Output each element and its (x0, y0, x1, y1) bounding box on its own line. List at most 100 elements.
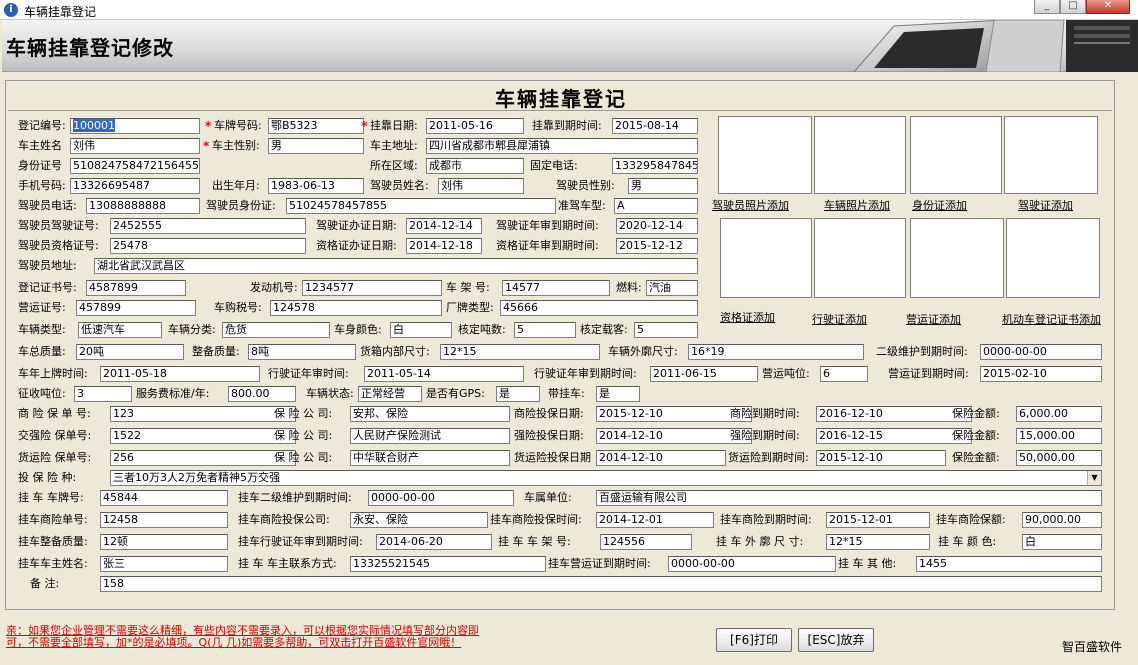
total-mass-input[interactable]: 20吨 (76, 344, 184, 360)
cargo-no-input[interactable]: 256 (110, 450, 296, 466)
tr-maint-input[interactable]: 0000-00-00 (368, 490, 514, 506)
tr-comm-date-input[interactable]: 2014-12-01 (596, 512, 714, 528)
transport-input[interactable]: 457899 (76, 300, 196, 316)
owner-sex-input[interactable]: 男 (268, 138, 364, 154)
review-end-input[interactable]: 2011-06-15 (650, 366, 758, 382)
ins-type-input[interactable]: 三者10万3人2万免者精神5万交强 ▼ (110, 470, 1102, 486)
birth-input[interactable]: 1983-06-13 (268, 178, 364, 194)
curb-mass-input[interactable]: 8吨 (248, 344, 356, 360)
driver-name-input[interactable]: 刘伟 (438, 178, 524, 194)
tr-owner-input[interactable]: 张三 (100, 556, 228, 572)
status-input[interactable]: 正常经营 (358, 386, 422, 402)
print-button[interactable]: [F6]打印 (716, 628, 792, 652)
help-note-line2[interactable]: 可，不需要全部填写，加*的是必填项。Q(几 几)如需要多帮助，可双击打开百盛软件… (6, 636, 461, 650)
remark-input[interactable]: 158 (100, 576, 1102, 592)
cargo-end-input[interactable]: 2015-12-10 (816, 450, 946, 466)
tr-comm-no-input[interactable]: 12458 (100, 512, 228, 528)
cargo-date-input[interactable]: 2014-12-10 (596, 450, 726, 466)
frame-input[interactable]: 14577 (502, 280, 610, 296)
comp-amt-input[interactable]: 15,000.00 (1016, 428, 1102, 444)
comm-end-input[interactable]: 2016-12-10 (816, 406, 972, 422)
attach-end-input[interactable]: 2015-08-14 (612, 118, 698, 134)
qual-review-input[interactable]: 2015-12-12 (616, 238, 698, 254)
box-size-input[interactable]: 12*15 (440, 344, 600, 360)
close-button[interactable]: ✕ (1086, 0, 1130, 14)
comm-amt-input[interactable]: 6,000.00 (1016, 406, 1102, 422)
add-photo-link-transport[interactable]: 营运证添加 (906, 312, 961, 328)
tr-comm-co-input[interactable]: 永安、保险 (350, 512, 488, 528)
tr-color-input[interactable]: 白 (1022, 534, 1102, 550)
tr-comm-amt-input[interactable]: 90,000.00 (1022, 512, 1102, 528)
photo-box-idcard[interactable] (910, 116, 1002, 194)
comp-no-input[interactable]: 1522 (110, 428, 296, 444)
license-review-input[interactable]: 2020-12-14 (616, 218, 698, 234)
tr-frame-input[interactable]: 124556 (600, 534, 692, 550)
id-no-input[interactable]: 510824758472156455 (70, 158, 200, 174)
plate-input[interactable]: 鄂B5323 (268, 118, 364, 134)
add-photo-link-idcard[interactable]: 身份证添加 (912, 198, 967, 214)
minimize-button[interactable]: _ (1034, 0, 1060, 14)
qual-no-input[interactable]: 25478 (110, 238, 306, 254)
add-photo-link-reg-cert[interactable]: 机动车登记证书添加 (1002, 312, 1101, 328)
factory-type-input[interactable]: 45666 (500, 300, 698, 316)
engine-input[interactable]: 1234577 (302, 280, 442, 296)
seats-input[interactable]: 5 (634, 322, 698, 338)
qual-issue-input[interactable]: 2014-12-18 (406, 238, 482, 254)
gps-input[interactable]: 是 (496, 386, 540, 402)
driver-phone-input[interactable]: 13088888888 (86, 198, 200, 214)
driver-id-input[interactable]: 51024578457855 (286, 198, 556, 214)
driver-sex-input[interactable]: 男 (628, 178, 698, 194)
reg-cert-input[interactable]: 4587899 (86, 280, 186, 296)
add-photo-link-drive-permit[interactable]: 行驶证添加 (812, 312, 867, 328)
add-photo-link-vehicle[interactable]: 车辆照片添加 (824, 198, 890, 214)
photo-box-drive-permit[interactable] (814, 218, 906, 298)
photo-box-vehicle[interactable] (814, 116, 906, 194)
levy-input[interactable]: 3 (74, 386, 132, 402)
cargo-amt-input[interactable]: 50,000.00 (1016, 450, 1102, 466)
purchase-tax-input[interactable]: 124578 (270, 300, 442, 316)
maint-end-input[interactable]: 0000-00-00 (980, 344, 1102, 360)
cancel-button[interactable]: [ESC]放弃 (798, 628, 874, 652)
comp-co-input[interactable]: 人民财产保险测试 (350, 428, 510, 444)
vehicle-class-input[interactable]: 危货 (222, 322, 330, 338)
review-input[interactable]: 2011-05-14 (364, 366, 524, 382)
outer-size-input[interactable]: 16*19 (688, 344, 864, 360)
fee-input[interactable]: 800.00 (228, 386, 296, 402)
tr-plate-input[interactable]: 45844 (100, 490, 228, 506)
op-tons-input[interactable]: 6 (820, 366, 868, 382)
reg-no-input[interactable]: 100001 (70, 118, 200, 134)
first-reg-input[interactable]: 2011-05-18 (100, 366, 260, 382)
photo-box-transport[interactable] (910, 218, 1004, 298)
tr-comm-end-input[interactable]: 2015-12-01 (826, 512, 930, 528)
op-end-input[interactable]: 2015-02-10 (980, 366, 1102, 382)
add-photo-link-driver[interactable]: 驾驶员照片添加 (712, 198, 789, 214)
comp-date-input[interactable]: 2014-12-10 (596, 428, 752, 444)
tr-mass-input[interactable]: 12顿 (100, 534, 228, 550)
comm-co-input[interactable]: 安邦、保险 (350, 406, 510, 422)
add-photo-link-qual[interactable]: 资格证添加 (720, 310, 775, 326)
license-issue-input[interactable]: 2014-12-14 (406, 218, 482, 234)
tr-op-end-input[interactable]: 0000-00-00 (668, 556, 836, 572)
tr-unit-input[interactable]: 百盛运输有限公司 (596, 490, 1102, 506)
owner-name-input[interactable]: 刘伟 (70, 138, 200, 154)
color-input[interactable]: 白 (390, 322, 452, 338)
tonnage-input[interactable]: 5 (514, 322, 576, 338)
attach-date-input[interactable]: 2011-05-16 (426, 118, 524, 134)
add-photo-link-license[interactable]: 驾驶证添加 (1018, 198, 1073, 214)
license-no-input[interactable]: 2452555 (110, 218, 306, 234)
mobile-input[interactable]: 13326695487 (70, 178, 200, 194)
tr-review-input[interactable]: 2014-06-20 (376, 534, 492, 550)
comm-date-input[interactable]: 2015-12-10 (596, 406, 752, 422)
tr-outer-input[interactable]: 12*15 (826, 534, 930, 550)
area-input[interactable]: 成都市 (426, 158, 524, 174)
maximize-button[interactable]: □ (1060, 0, 1086, 14)
photo-box-driver[interactable] (718, 116, 812, 194)
photo-box-qual[interactable] (720, 218, 812, 298)
cargo-co-input[interactable]: 中华联合财产 (350, 450, 510, 466)
driver-addr-input[interactable]: 湖北省武汉武昌区 (94, 258, 698, 274)
fuel-input[interactable]: 汽油 (646, 280, 698, 296)
license-type-input[interactable]: A (614, 198, 698, 214)
photo-box-license[interactable] (1004, 116, 1098, 194)
dropdown-arrow-icon[interactable]: ▼ (1087, 471, 1101, 485)
phone-input[interactable]: 133295847845 (612, 158, 698, 174)
